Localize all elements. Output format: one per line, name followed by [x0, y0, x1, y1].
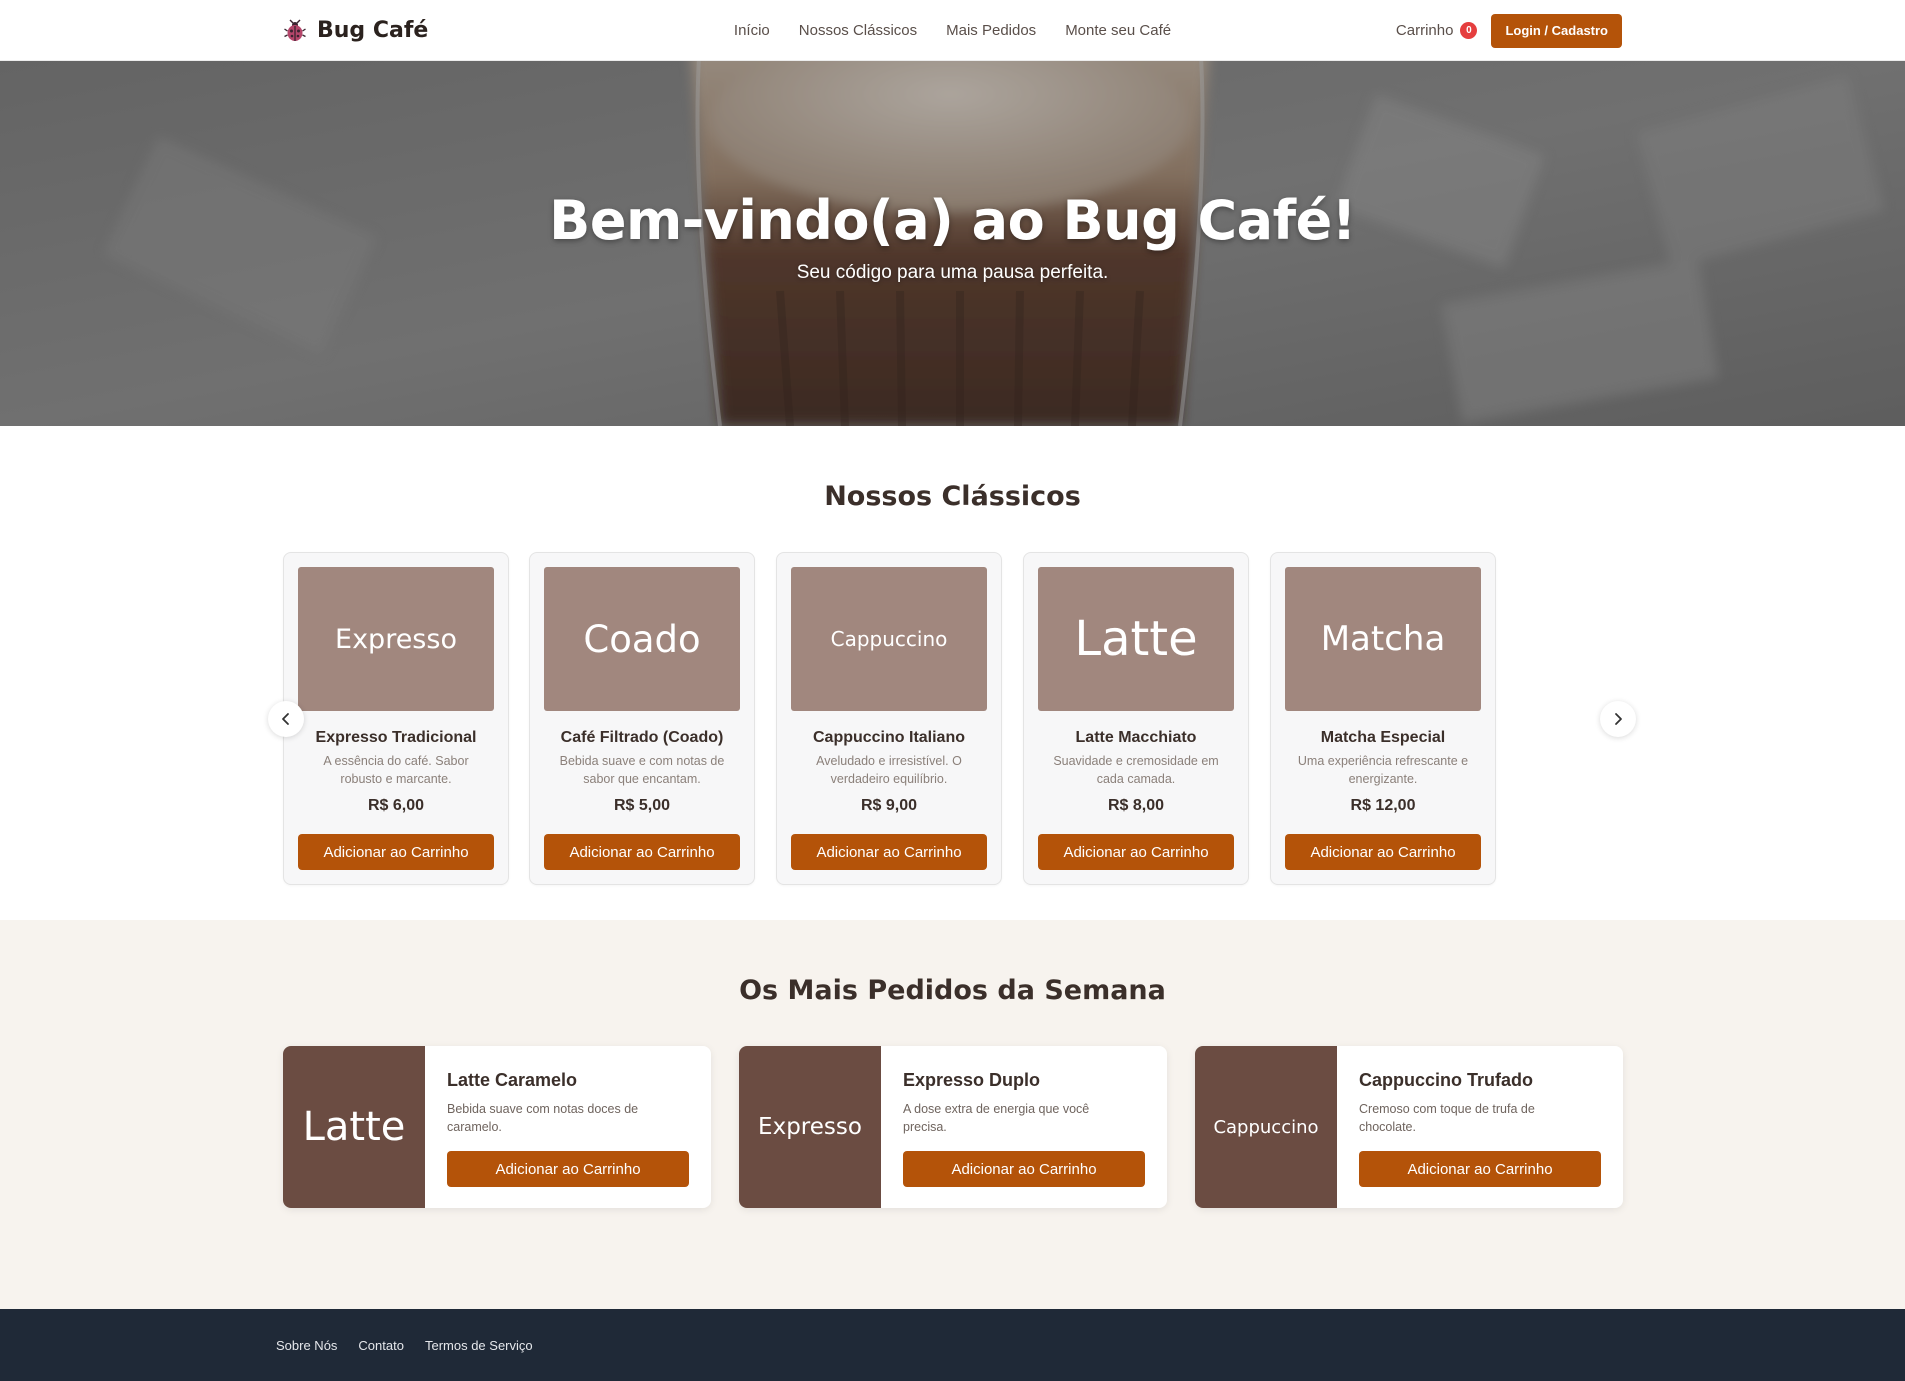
product-description: Aveludado e irresistível. O verdadeiro e… [816, 754, 962, 786]
best-seller-name: Expresso Duplo [903, 1070, 1041, 1090]
footer: Sobre Nós Contato Termos de Serviço [0, 1309, 1905, 1381]
product-description: Suavidade e cremosidade em cada camada. [1053, 754, 1219, 786]
classics-section-title: Nossos Clássicos [824, 481, 1081, 512]
hero-banner: Bem-vindo(a) ao Bug Café! Seu código par… [0, 61, 1905, 426]
add-to-cart-button[interactable]: Adicionar ao Carrinho [447, 1151, 689, 1187]
add-to-cart-button[interactable]: Adicionar ao Carrinho [544, 834, 740, 870]
product-card: Coado Café Filtrado (Coado) Bebida suave… [529, 552, 755, 885]
carousel-next-button[interactable] [1600, 701, 1636, 737]
best-seller-description: Bebida suave com notas doces de caramelo… [447, 1102, 639, 1134]
product-description: Uma experiência refrescante e energizant… [1297, 754, 1469, 786]
chevron-right-icon [1615, 713, 1622, 725]
login-button[interactable]: Login / Cadastro [1491, 13, 1622, 48]
cart-count-badge: 0 [1460, 22, 1478, 39]
product-description: A essência do café. Sabor robusto e marc… [323, 754, 469, 786]
nav-link-inicio[interactable]: Início [734, 22, 770, 39]
ladybug-icon [284, 19, 306, 41]
add-to-cart-button[interactable]: Adicionar ao Carrinho [1038, 834, 1234, 870]
product-card: Matcha Matcha Especial Uma experiência r… [1270, 552, 1496, 885]
add-to-cart-button[interactable]: Adicionar ao Carrinho [1359, 1151, 1601, 1187]
nav-link-classicos[interactable]: Nossos Clássicos [799, 22, 917, 39]
product-name: Latte Macchiato [1075, 729, 1197, 746]
product-price: R$ 6,00 [367, 797, 425, 814]
best-seller-card: Cappuccino Cappuccino Trufado Cremoso co… [1195, 1046, 1623, 1208]
product-image: Cappuccino [791, 567, 987, 711]
product-price: R$ 12,00 [1350, 797, 1416, 814]
best-seller-card: Latte Latte Caramelo Bebida suave com no… [283, 1046, 711, 1208]
best-seller-name: Latte Caramelo [447, 1070, 578, 1090]
best-seller-image: Expresso [739, 1046, 881, 1208]
navbar: Bug Café Início Nossos Clássicos Mais Pe… [0, 0, 1905, 61]
cart-label: Carrinho [1395, 22, 1454, 39]
best-seller-description: Cremoso com toque de trufa de chocolate. [1359, 1102, 1535, 1134]
product-name: Expresso Tradicional [315, 729, 477, 746]
best-seller-image: Cappuccino [1195, 1046, 1337, 1208]
product-image: Coado [544, 567, 740, 711]
classics-carousel: Expresso Expresso Tradicional A essência… [283, 552, 1496, 885]
carousel-prev-button[interactable] [268, 701, 304, 737]
footer-link-sobre-nos[interactable]: Sobre Nós [276, 1338, 337, 1353]
product-name: Matcha Especial [1320, 729, 1446, 746]
footer-link-termos[interactable]: Termos de Serviço [425, 1338, 533, 1353]
chevron-left-icon [282, 713, 289, 725]
product-image: Latte [1038, 567, 1234, 711]
best-seller-description: A dose extra de energia que você precisa… [903, 1102, 1090, 1134]
best-sellers-title: Os Mais Pedidos da Semana [739, 975, 1166, 1006]
nav-link-monte-seu-cafe[interactable]: Monte seu Café [1065, 22, 1171, 39]
best-seller-card: Expresso Expresso Duplo A dose extra de … [739, 1046, 1167, 1208]
product-card: Cappuccino Cappuccino Italiano Aveludado… [776, 552, 1002, 885]
product-image: Matcha [1285, 567, 1481, 711]
footer-links: Sobre Nós Contato Termos de Serviço [276, 1309, 533, 1381]
product-image: Expresso [298, 567, 494, 711]
product-price: R$ 8,00 [1107, 797, 1165, 814]
add-to-cart-button[interactable]: Adicionar ao Carrinho [1285, 834, 1481, 870]
cart-link[interactable]: Carrinho 0 [1396, 22, 1478, 39]
hero-text: Bem-vindo(a) ao Bug Café! Seu código par… [0, 189, 1905, 284]
product-card: Expresso Expresso Tradicional A essência… [283, 552, 509, 885]
hero-subtitle: Seu código para uma pausa perfeita. [796, 262, 1109, 283]
product-card: Latte Latte Macchiato Suavidade e cremos… [1023, 552, 1249, 885]
brand-name: Bug Café [317, 18, 429, 43]
product-price: R$ 9,00 [860, 797, 918, 814]
add-to-cart-button[interactable]: Adicionar ao Carrinho [791, 834, 987, 870]
product-price: R$ 5,00 [613, 797, 671, 814]
add-to-cart-button[interactable]: Adicionar ao Carrinho [903, 1151, 1145, 1187]
nav-link-mais-pedidos[interactable]: Mais Pedidos [946, 22, 1036, 39]
navbar-inner: Bug Café Início Nossos Clássicos Mais Pe… [283, 0, 1622, 61]
product-name: Cappuccino Italiano [812, 729, 965, 746]
product-name: Café Filtrado (Coado) [560, 729, 724, 746]
nav-right: Carrinho 0 Login / Cadastro [1396, 13, 1622, 48]
footer-link-contato[interactable]: Contato [358, 1338, 404, 1353]
best-seller-image: Latte [283, 1046, 425, 1208]
add-to-cart-button[interactable]: Adicionar ao Carrinho [298, 834, 494, 870]
brand-logo[interactable]: Bug Café [283, 18, 428, 43]
best-seller-name: Cappuccino Trufado [1359, 1070, 1534, 1090]
product-description: Bebida suave e com notas de sabor que en… [559, 754, 725, 786]
hero-title: Bem-vindo(a) ao Bug Café! [549, 189, 1356, 252]
